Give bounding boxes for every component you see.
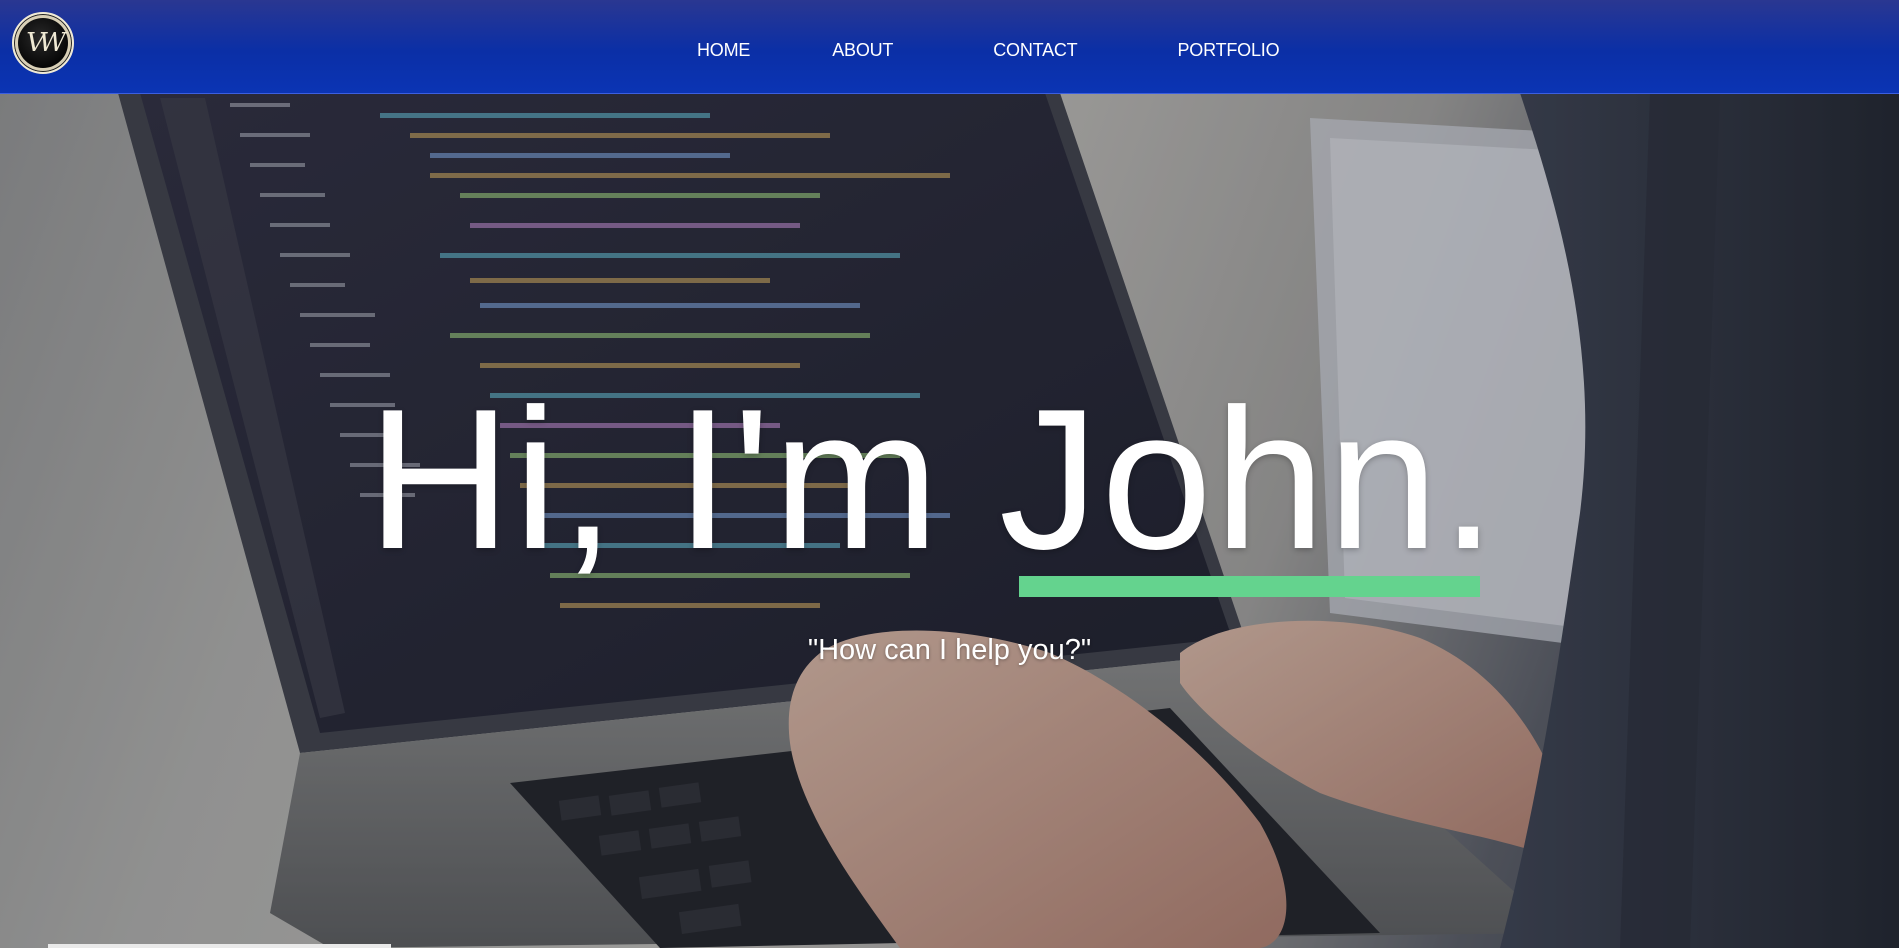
main-nav: HOME ABOUT CONTACT PORTFOLIO (697, 0, 1280, 100)
hero-tagline: "How can I help you?" (807, 634, 1092, 666)
nav-link-contact[interactable]: CONTACT (993, 40, 1077, 61)
nav-link-about[interactable]: ABOUT (832, 40, 893, 61)
hero-greeting: Hi, I'm (367, 368, 999, 591)
page: VW HOME ABOUT CONTACT PORTFOLIO Hi, I'm … (0, 0, 1899, 948)
top-navbar: VW HOME ABOUT CONTACT PORTFOLIO (0, 0, 1899, 94)
bottom-edge-strip (48, 944, 391, 948)
hero-headline: Hi, I'm John. (367, 380, 1498, 580)
nav-link-home[interactable]: HOME (697, 40, 750, 61)
name-underline-accent (1019, 576, 1480, 597)
hero-punctuation: . (1440, 368, 1499, 591)
logo-monogram: VW (26, 28, 66, 58)
nav-link-portfolio[interactable]: PORTFOLIO (1177, 40, 1279, 61)
hero-name: John (998, 368, 1441, 591)
site-logo[interactable]: VW (12, 12, 74, 74)
